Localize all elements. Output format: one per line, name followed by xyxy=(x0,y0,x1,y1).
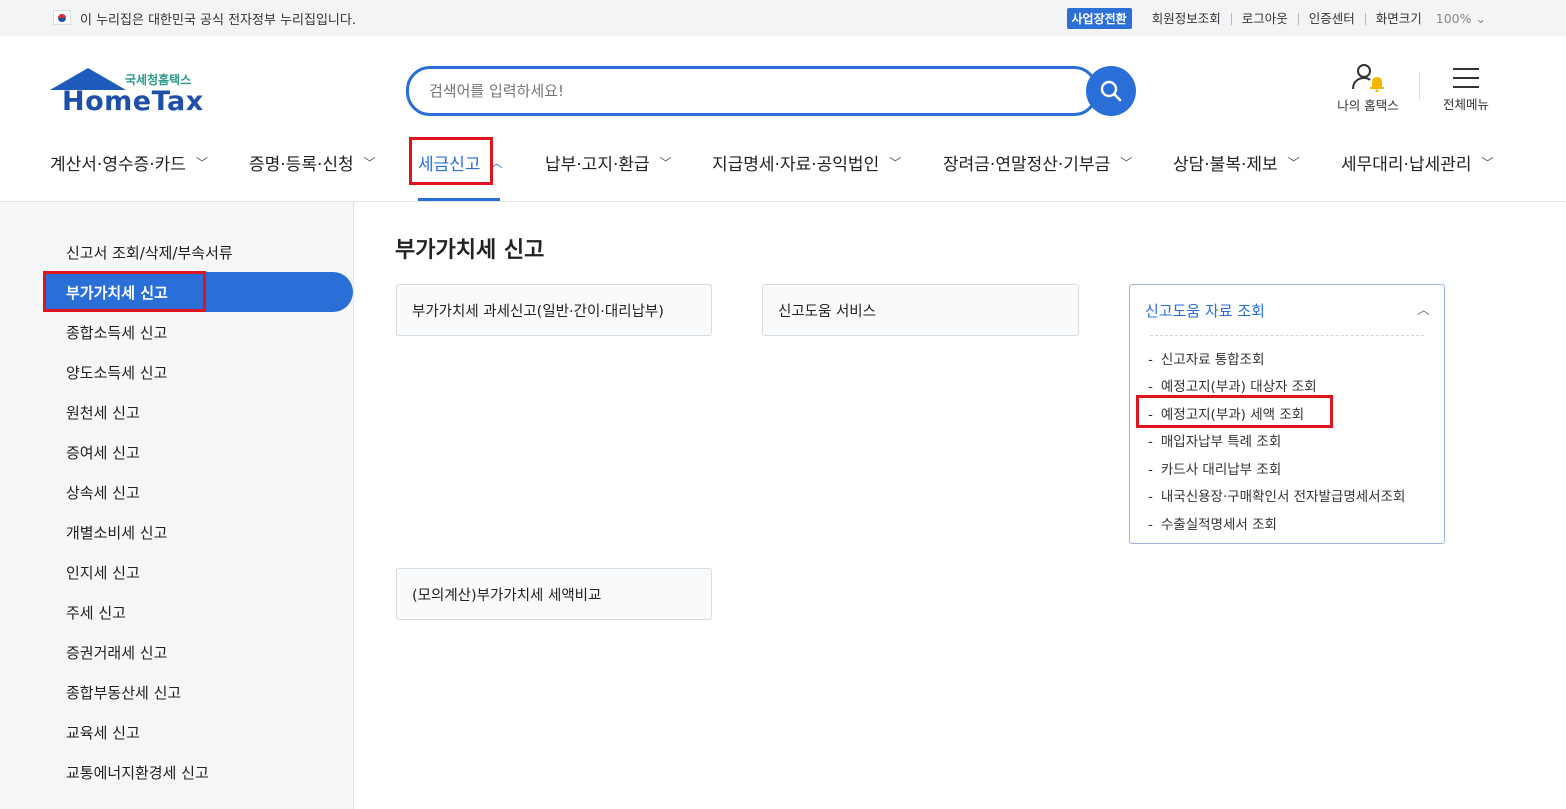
my-hometax-button[interactable]: 나의 홈택스 xyxy=(1334,62,1402,114)
nav-item-payment-statement[interactable]: 지급명세·자료·공익법인 ﹀ xyxy=(712,150,901,175)
nav-label: 납부·고지·환급 xyxy=(545,155,650,175)
utility-links: 사업장전환 회원정보조회 로그아웃 인증센터 화면크기 100% ⌄ xyxy=(1066,8,1486,29)
chevron-down-icon: ﹀ xyxy=(363,156,376,170)
sidebar-item-consumption[interactable]: 개별소비세 신고 xyxy=(66,522,167,543)
sidebar-item-real-estate[interactable]: 종합부동산세 신고 xyxy=(66,682,181,703)
sidebar-item-transfer-tax[interactable]: 양도소득세 신고 xyxy=(66,362,167,383)
search-input[interactable] xyxy=(429,82,1049,100)
card-vat-report[interactable]: 부가가치세 과세신고(일반·간이·대리납부) xyxy=(396,284,712,336)
card-mock-vat-compare[interactable]: (모의계산)부가가치세 세액비교 xyxy=(396,568,712,620)
list-item[interactable]: 카드사 대리납부 조회 xyxy=(1148,458,1281,478)
highlight-box xyxy=(43,271,206,312)
list-item[interactable]: 내국신용장·구매확인서 전자발급명세서조회 xyxy=(1148,485,1406,505)
search-icon xyxy=(1100,80,1122,102)
sidebar-item-withholding[interactable]: 원천세 신고 xyxy=(66,402,140,423)
search-button[interactable] xyxy=(1086,66,1136,116)
divider xyxy=(1150,335,1424,336)
chevron-down-icon: ﹀ xyxy=(889,156,902,170)
nav-label: 장려금·연말정산·기부금 xyxy=(943,155,1111,175)
member-info-link[interactable]: 회원정보조회 xyxy=(1142,12,1231,25)
search-box xyxy=(406,66,1098,116)
nav-item-payment[interactable]: 납부·고지·환급 ﹀ xyxy=(545,150,672,175)
chevron-down-icon: ﹀ xyxy=(195,156,208,170)
page-title: 부가가치세 신고 xyxy=(395,238,545,263)
screen-size-label: 화면크기 xyxy=(1364,12,1432,25)
user-bell-icon xyxy=(1352,64,1384,93)
nav-item-certificate[interactable]: 증명·등록·신청 ﹀ xyxy=(249,150,376,175)
open-card-title[interactable]: 신고도움 자료 조회 xyxy=(1145,300,1265,321)
sidebar-item-income-tax[interactable]: 종합소득세 신고 xyxy=(66,322,167,343)
nav-label: 증명·등록·신청 xyxy=(249,155,354,175)
hometax-logo[interactable]: 국세청홈택스 HomeTax xyxy=(50,68,210,118)
nav-label: 세무대리·납세관리 xyxy=(1341,155,1472,175)
chevron-down-icon: ﹀ xyxy=(1287,156,1300,170)
card-report-help-service[interactable]: 신고도움 서비스 xyxy=(762,284,1079,336)
nav-item-invoice[interactable]: 계산서·영수증·카드 ﹀ xyxy=(50,150,208,175)
chevron-down-icon: ﹀ xyxy=(1481,156,1494,170)
chevron-down-icon: ﹀ xyxy=(659,156,672,170)
active-nav-underline xyxy=(418,198,500,201)
all-menu-button[interactable]: 전체메뉴 xyxy=(1436,62,1496,113)
my-hometax-label: 나의 홈택스 xyxy=(1337,98,1399,113)
all-menu-label: 전체메뉴 xyxy=(1442,97,1489,112)
hamburger-icon xyxy=(1436,62,1496,94)
card-label: (모의계산)부가가치세 세액비교 xyxy=(412,587,602,604)
card-label: 신고도움 서비스 xyxy=(778,303,876,320)
chevron-up-icon[interactable]: ︿ xyxy=(1417,299,1430,318)
chevron-down-icon: ⌄ xyxy=(1475,11,1486,26)
sidebar-item-report-inquiry[interactable]: 신고서 조회/삭제/부속서류 xyxy=(66,242,233,263)
nav-item-incentive[interactable]: 장려금·연말정산·기부금 ﹀ xyxy=(943,150,1132,175)
sidebar-item-liquor[interactable]: 주세 신고 xyxy=(66,602,126,623)
list-item[interactable]: 매입자납부 특례 조회 xyxy=(1148,430,1281,450)
header-divider xyxy=(1419,72,1420,100)
logo-main-text: HomeTax xyxy=(62,86,204,117)
list-item[interactable]: 예정고지(부과) 대상자 조회 xyxy=(1148,375,1317,395)
highlight-box xyxy=(1136,395,1333,428)
nav-label: 지급명세·자료·공익법인 xyxy=(712,155,880,175)
nav-label: 상담·불복·제보 xyxy=(1173,155,1278,175)
list-item[interactable]: 수출실적명세서 조회 xyxy=(1148,513,1277,533)
chevron-down-icon: ﹀ xyxy=(1120,156,1133,170)
nav-item-consult[interactable]: 상담·불복·제보 ﹀ xyxy=(1173,150,1300,175)
nav-label: 계산서·영수증·카드 xyxy=(50,155,186,175)
zoom-value: 100% xyxy=(1435,11,1472,26)
logout-link[interactable]: 로그아웃 xyxy=(1230,12,1298,25)
sidebar-item-transport-energy[interactable]: 교통에너지환경세 신고 xyxy=(66,762,209,783)
sidebar-item-gift-tax[interactable]: 증여세 신고 xyxy=(66,442,140,463)
sidebar-item-inheritance[interactable]: 상속세 신고 xyxy=(66,482,140,503)
cert-center-link[interactable]: 인증센터 xyxy=(1297,12,1365,25)
zoom-select[interactable]: 100% ⌄ xyxy=(1436,11,1486,26)
card-label: 부가가치세 과세신고(일반·간이·대리납부) xyxy=(412,303,664,320)
sidebar-item-stamp[interactable]: 인지세 신고 xyxy=(66,562,140,583)
main-nav: 계산서·영수증·카드 ﹀ 증명·등록·신청 ﹀ 세금신고 ︿ 납부·고지·환급 ﹀ 지급… xyxy=(0,140,1566,202)
gov-banner-text: 이 누리집은 대한민국 공식 전자정부 누리집입니다. xyxy=(80,13,356,28)
korea-flag-icon xyxy=(53,10,71,25)
sidebar-item-education[interactable]: 교육세 신고 xyxy=(66,722,140,743)
nav-item-tax-agent[interactable]: 세무대리·납세관리 ﹀ xyxy=(1341,150,1494,175)
list-item[interactable]: 신고자료 통합조회 xyxy=(1148,348,1265,368)
gov-banner: 이 누리집은 대한민국 공식 전자정부 누리집입니다. 사업장전환 회원정보조회… xyxy=(0,0,1566,36)
sidebar-item-securities[interactable]: 증권거래세 신고 xyxy=(66,642,167,663)
business-switch-button[interactable]: 사업장전환 xyxy=(1066,8,1132,29)
highlight-box xyxy=(409,137,493,185)
